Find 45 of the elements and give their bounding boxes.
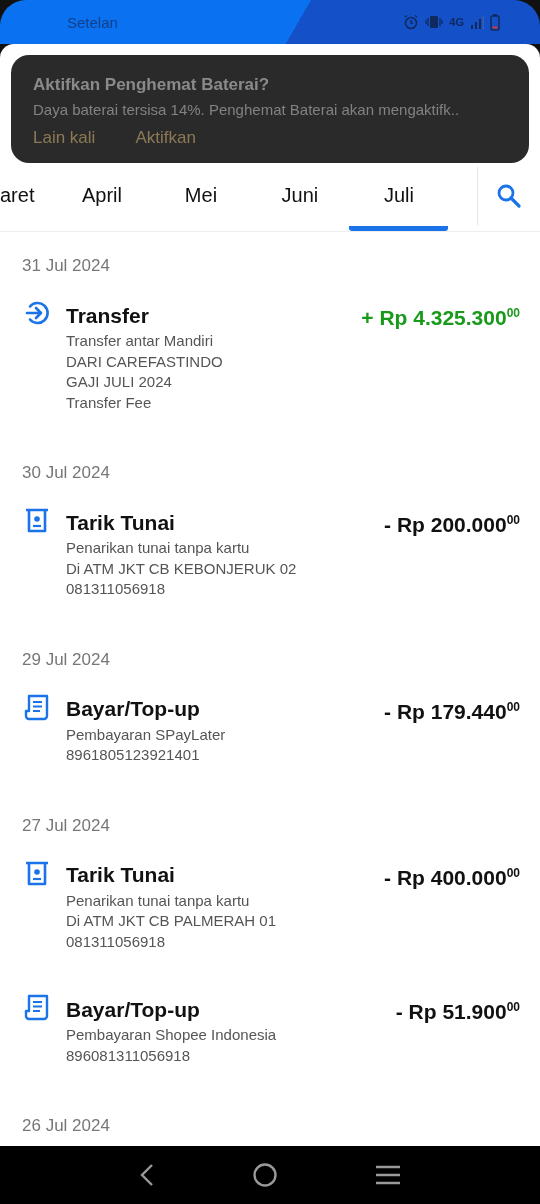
transaction-detail: 8961805123921401 [66,745,201,765]
back-icon[interactable] [138,1163,155,1187]
transaction-title: Bayar/Top-up [66,996,200,1023]
month-tab[interactable]: aret [0,165,53,231]
notification-text: Daya baterai tersisa 14%. Penghemat Baterai akan mengaktifk.. [33,101,461,118]
vibrate-icon [425,15,444,29]
status-title: Setelan [67,13,119,31]
month-tab[interactable]: Mei [151,165,251,231]
date-header: 27 Jul 2024 [21,814,111,837]
transaction-title: Tarik Tunai [66,509,175,536]
transaction-amount: - Rp 179.440$^{00}$ [384,698,520,725]
transaction-amount: + Rp 4.325.300$^{00}$ [361,305,520,331]
transaction-detail: 081311056918 [66,579,166,599]
transaction-amount: - Rp 200.000$^{00}$ [384,512,520,538]
month-tab[interactable]: April [52,165,152,231]
search-icon[interactable] [496,183,522,209]
transaction-title: Transfer [66,302,149,329]
home-icon[interactable] [252,1162,278,1188]
month-tab[interactable]: Juni [250,165,350,231]
date-header: 31 Jul 2024 [21,255,111,277]
date-header: 26 Jul 2024 [21,1115,111,1137]
transaction-detail: Transfer antar Mandiri [66,331,214,351]
transaction-detail: Di ATM JKT CB KEBONJERUK 02 [66,558,298,579]
signal-icon [470,15,484,29]
date-header: 29 Jul 2024 [21,648,111,671]
transaction-amount: - Rp 400.000$^{00}$ [384,864,520,891]
transaction-detail: 081311056918 [66,931,166,952]
battery-icon [490,13,500,31]
date-header: 30 Jul 2024 [21,462,111,484]
network-type: 4G [449,16,464,28]
notification-title: Aktifkan Penghemat Baterai? [33,75,271,95]
transaction-detail: Penarikan tunai tanpa kartu [66,538,251,558]
menu-icon[interactable] [375,1164,402,1186]
transaction-detail: GAJI JULI 2024 [66,372,173,392]
transaction-detail: Transfer Fee [66,392,153,413]
transaction-detail: DARI CAREFASTINDO [66,351,224,372]
transaction-title: Tarik Tunai [66,862,175,888]
transaction-detail: Pembayaran Shopee Indonesia [66,1025,278,1045]
alarm-icon [403,14,420,30]
transaction-title: Bayar/Top-up [66,696,200,722]
transaction-amount: - Rp 51.900$^{00}$ [395,999,520,1025]
transaction-detail: Pembayaran SPayLater [66,724,227,745]
transaction-detail: Di ATM JKT CB PALMERAH 01 [66,911,278,931]
transaction-detail: 896081311056918 [66,1045,192,1066]
transaction-detail: Penarikan tunai tanpa kartu [66,890,251,911]
